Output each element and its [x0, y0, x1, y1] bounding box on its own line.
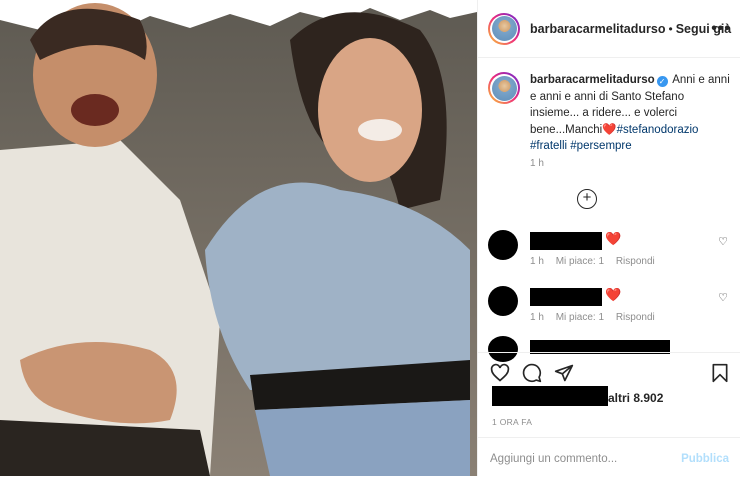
verified-badge-icon: ✓ [656, 76, 668, 87]
reply-button[interactable]: Rispondi [616, 312, 655, 323]
profile-avatar[interactable] [488, 12, 520, 45]
redacted-liked-by [492, 386, 608, 406]
likes-count[interactable]: altri 8.902 [608, 391, 663, 405]
hashtag-link[interactable]: #fratelli [530, 140, 567, 152]
comment-heart-emoji: ❤️ [605, 287, 622, 302]
comment-likes[interactable]: Mi piace: 1 [556, 312, 604, 323]
comment-meta: 1 h Mi piace: 1 Rispondi [530, 312, 664, 323]
comment-meta: 1 h Mi piace: 1 Rispondi [530, 256, 664, 267]
post-actions: altri 8.902 1 ORA FA Aggiungi un comment… [478, 352, 740, 476]
more-options-icon[interactable]: ••• [711, 20, 731, 38]
caption-avatar[interactable] [488, 72, 520, 104]
header-separator: • [668, 21, 673, 36]
post-caption: barbaracarmelitadurso ✓ Anni e anni e ann… [488, 72, 733, 155]
post-side-panel: barbaracarmelitadurso • Segui già ••• ba… [477, 0, 740, 476]
caption-username[interactable]: barbaracarmelitadurso [530, 74, 655, 86]
comment-input[interactable]: Aggiungi un commento... [490, 453, 617, 465]
like-comment-heart-icon[interactable]: ♡ [718, 291, 728, 304]
comment-time: 1 h [530, 256, 544, 267]
photo-illustration [0, 0, 477, 476]
post-photo[interactable] [0, 0, 477, 476]
avatar-image [491, 16, 517, 41]
comment-heart-emoji: ❤️ [605, 231, 622, 246]
avatar-ring [490, 74, 518, 102]
caption-heart-emoji: ❤️ [602, 123, 617, 136]
comment-avatar[interactable] [488, 286, 518, 316]
avatar-image [491, 75, 517, 101]
redacted-username [530, 288, 602, 306]
share-icon[interactable] [554, 363, 574, 383]
heart-icon[interactable] [490, 363, 510, 383]
comment-icon[interactable] [522, 363, 542, 383]
caption-text: barbaracarmelitadurso ✓ Anni e anni e ann… [530, 72, 730, 155]
reply-button[interactable]: Rispondi [616, 256, 655, 267]
load-more-comments-button[interactable]: + [577, 189, 597, 209]
avatar-ring [490, 14, 518, 43]
hashtag-link[interactable]: #persempre [570, 140, 631, 152]
post-header: barbaracarmelitadurso • Segui già ••• [478, 0, 740, 58]
comment-avatar[interactable] [488, 230, 518, 260]
redacted-username [530, 232, 602, 250]
publish-button[interactable]: Pubblica [681, 453, 729, 465]
add-comment-bar: Aggiungi un commento... Pubblica [478, 437, 740, 477]
like-comment-heart-icon[interactable]: ♡ [718, 235, 728, 248]
comment-time: 1 h [530, 312, 544, 323]
caption-time: 1 h [530, 158, 544, 169]
post-date[interactable]: 1 ORA FA [492, 417, 532, 427]
bookmark-icon[interactable] [710, 363, 730, 383]
hashtag-link[interactable]: #stefanodorazio [617, 124, 699, 136]
header-username[interactable]: barbaracarmelitadurso [530, 22, 665, 36]
comment-likes[interactable]: Mi piace: 1 [556, 256, 604, 267]
instagram-post: barbaracarmelitadurso • Segui già ••• ba… [0, 0, 740, 476]
